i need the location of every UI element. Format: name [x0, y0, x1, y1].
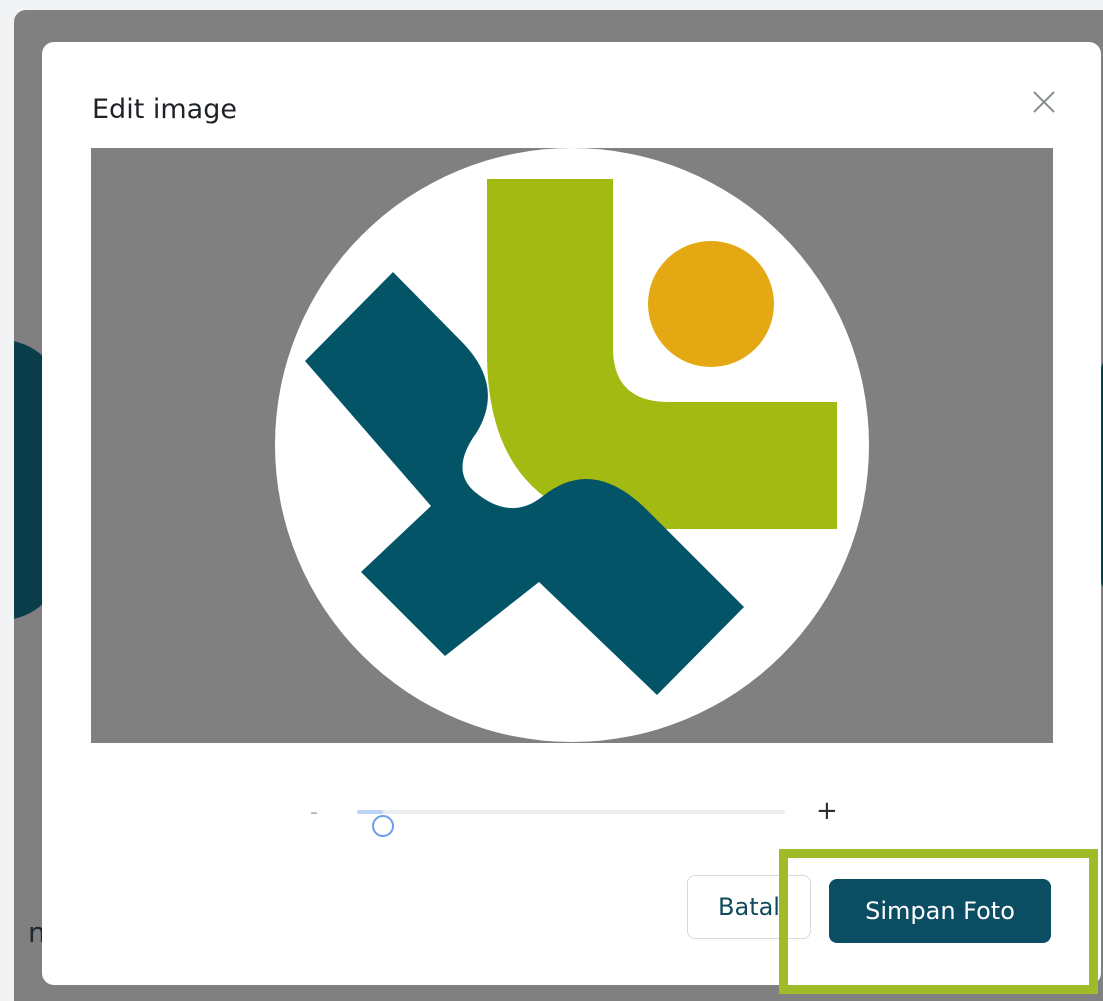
zoom-out-label[interactable]: - — [310, 800, 318, 825]
zoom-control: - + — [302, 794, 862, 837]
crop-canvas — [275, 148, 869, 742]
cancel-button[interactable]: Batal — [687, 875, 811, 939]
zoom-in-label[interactable]: + — [816, 796, 838, 826]
save-photo-button[interactable]: Simpan Foto — [829, 879, 1051, 943]
modal-title: Edit image — [92, 94, 237, 125]
zoom-slider-track[interactable] — [357, 810, 785, 837]
close-icon — [1033, 91, 1055, 113]
screen: n Edit image - + Batal Simpan Foto — [0, 0, 1103, 1001]
logo-orange-dot — [648, 241, 774, 367]
close-button[interactable] — [1026, 84, 1062, 120]
zoom-slider-thumb[interactable] — [371, 815, 394, 837]
zoom-slider-fill — [357, 810, 383, 814]
image-crop-area[interactable] — [91, 148, 1053, 743]
edit-image-modal: Edit image - + Batal Simpan Foto — [42, 42, 1101, 985]
